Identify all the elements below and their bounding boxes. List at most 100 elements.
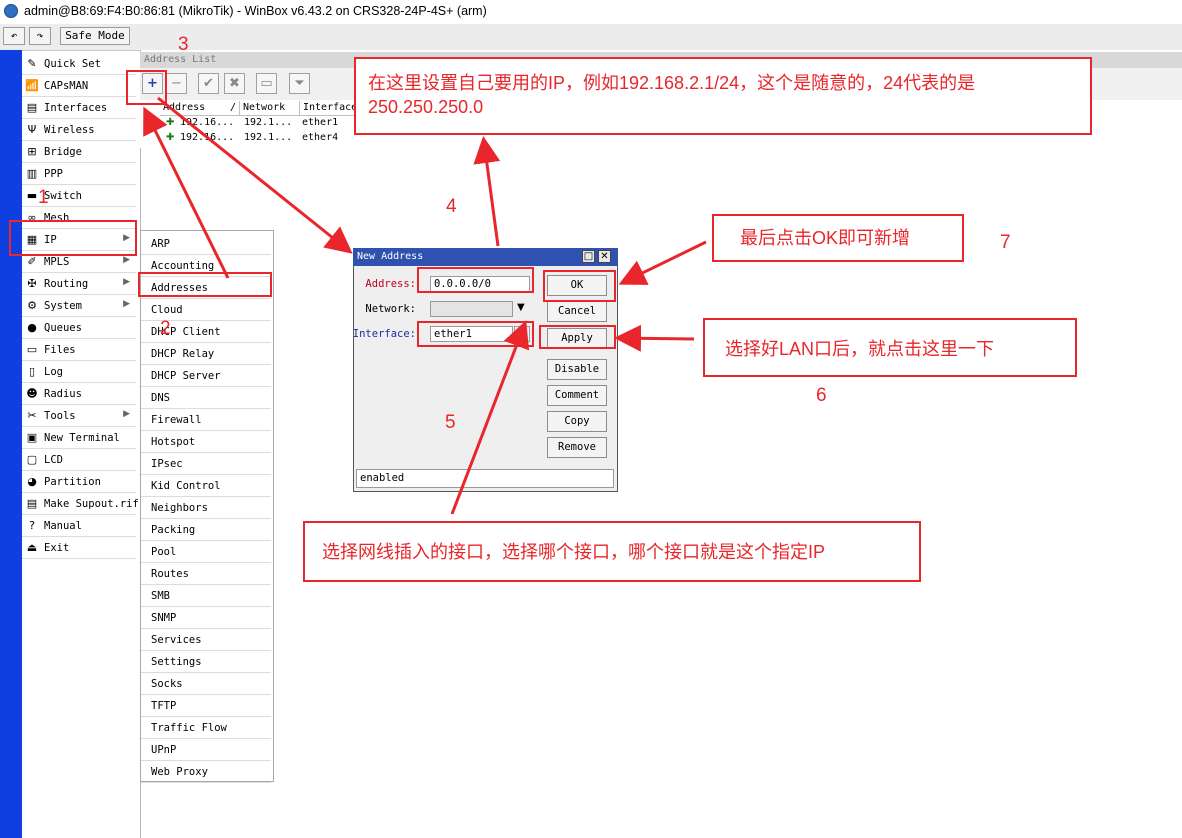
close-icon[interactable]: ✕ <box>598 250 611 263</box>
filter-icon[interactable]: ⏷ <box>289 73 310 94</box>
menu-item-tools[interactable]: ✂ Tools ▶ <box>22 406 136 427</box>
menu-item-bridge[interactable]: ⊞ Bridge <box>22 142 136 163</box>
menu-item-lcd[interactable]: ▢ LCD <box>22 450 136 471</box>
cell-address: 192.16... <box>180 117 235 128</box>
address-row-icon: ✚ <box>166 132 175 143</box>
submenu-item-packing[interactable]: Packing <box>141 519 271 541</box>
menu-item-exit[interactable]: ⏏ Exit <box>22 538 136 559</box>
menu-item-interfaces[interactable]: ▤ Interfaces <box>22 98 136 119</box>
interfaces-icon: ▤ <box>26 101 38 114</box>
remove-icon[interactable]: − <box>166 73 187 94</box>
main-menu: ✎ Quick Set 📶 CAPsMAN ▤ Interfaces Ψ Wireless ⊞ B… <box>22 54 139 838</box>
exit-icon: ⏏ <box>26 541 38 554</box>
menu-item-make-supout-rif[interactable]: ▤ Make Supout.rif <box>22 494 139 515</box>
submenu-item-socks[interactable]: Socks <box>141 673 271 695</box>
menu-item-manual[interactable]: ? Manual <box>22 516 136 537</box>
sort-indicator: / <box>230 102 237 113</box>
step-number-1: 1 <box>38 187 49 208</box>
terminal-icon: ▣ <box>26 431 38 444</box>
interface-label: Interface: <box>352 328 416 340</box>
submenu-item-upnp[interactable]: UPnP <box>141 739 271 761</box>
submenu-item-routes[interactable]: Routes <box>141 563 271 585</box>
menu-item-ppp[interactable]: ▥ PPP <box>22 164 136 185</box>
cancel-button[interactable]: Cancel <box>547 301 607 322</box>
menu-item-wireless[interactable]: Ψ Wireless <box>22 120 136 141</box>
highlight-address-field <box>417 267 534 293</box>
network-dropdown-icon[interactable]: ▼ <box>517 302 525 313</box>
menu-item-quick-set[interactable]: ✎ Quick Set <box>22 54 136 75</box>
network-input[interactable] <box>430 301 513 317</box>
remove-button[interactable]: Remove <box>547 437 607 458</box>
copy-button[interactable]: Copy <box>547 411 607 432</box>
menu-item-capsman[interactable]: 📶 CAPsMAN <box>22 76 136 97</box>
winbox-logo-icon <box>4 4 18 18</box>
submenu-item-tftp[interactable]: TFTP <box>141 695 271 717</box>
highlight-ok-button <box>543 270 616 302</box>
submenu-item-label: DHCP Relay <box>151 348 215 360</box>
submenu-item-dhcp-relay[interactable]: DHCP Relay <box>141 343 271 365</box>
submenu-item-services[interactable]: Services <box>141 629 271 651</box>
submenu-arrow-icon: ▶ <box>123 277 130 287</box>
submenu-item-snmp[interactable]: SNMP <box>141 607 271 629</box>
disable-button[interactable]: Disable <box>547 359 607 380</box>
menu-item-partition[interactable]: ◕ Partition <box>22 472 136 493</box>
menu-item-label: Switch <box>44 190 82 202</box>
supout-icon: ▤ <box>26 497 38 510</box>
enable-icon[interactable]: ✔ <box>198 73 219 94</box>
undo-icon[interactable]: ↶ <box>3 27 25 45</box>
capsman-icon: 📶 <box>25 79 39 92</box>
menu-item-queues[interactable]: ● Queues <box>22 318 136 339</box>
redo-icon[interactable]: ↷ <box>29 27 51 45</box>
submenu-item-traffic-flow[interactable]: Traffic Flow <box>141 717 271 739</box>
submenu-item-label: Routes <box>151 568 189 580</box>
dialog-status-bar: enabled <box>356 469 614 488</box>
menu-item-new-terminal[interactable]: ▣ New Terminal <box>22 428 136 449</box>
step-number-7: 7 <box>1000 232 1011 253</box>
submenu-item-settings[interactable]: Settings <box>141 651 271 673</box>
manual-icon: ? <box>29 519 35 532</box>
submenu-item-ipsec[interactable]: IPsec <box>141 453 271 475</box>
menu-item-files[interactable]: ▭ Files <box>22 340 136 361</box>
menu-item-routing[interactable]: ✠ Routing ▶ <box>22 274 136 295</box>
submenu-item-arp[interactable]: ARP <box>141 233 271 255</box>
column-address[interactable]: Address / <box>160 101 240 115</box>
menu-item-system[interactable]: ⚙ System ▶ <box>22 296 136 317</box>
cell-network: 192.1... <box>244 132 293 143</box>
submenu-item-firewall[interactable]: Firewall <box>141 409 271 431</box>
submenu-item-kid-control[interactable]: Kid Control <box>141 475 271 497</box>
safe-mode-button[interactable]: Safe Mode <box>60 27 130 45</box>
window-title: admin@B8:69:F4:B0:86:81 (MikroTik) - Win… <box>24 4 487 18</box>
menu-item-radius[interactable]: ☻ Radius <box>22 384 136 405</box>
note-ip-setting: 在这里设置自己要用的IP，例如192.168.2.1/24，这个是随意的，24代… <box>354 57 1092 135</box>
column-network[interactable]: Network <box>240 101 300 115</box>
submenu-item-label: Settings <box>151 656 202 668</box>
submenu-arrow-icon: ▶ <box>123 299 130 309</box>
submenu-item-smb[interactable]: SMB <box>141 585 271 607</box>
menu-item-log[interactable]: ▯ Log <box>22 362 136 383</box>
menu-item-label: System <box>44 300 82 312</box>
disable-icon[interactable]: ✖ <box>224 73 245 94</box>
submenu-item-hotspot[interactable]: Hotspot <box>141 431 271 453</box>
menu-item-label: Routing <box>44 278 89 290</box>
submenu-item-dhcp-server[interactable]: DHCP Server <box>141 365 271 387</box>
submenu-item-label: Web Proxy <box>151 766 208 778</box>
menu-item-label: Quick Set <box>44 58 101 70</box>
step-number-3: 3 <box>178 34 189 55</box>
quickset-icon: ✎ <box>27 57 37 70</box>
comment-button[interactable]: Comment <box>547 385 607 406</box>
submenu-item-dns[interactable]: DNS <box>141 387 271 409</box>
submenu-item-neighbors[interactable]: Neighbors <box>141 497 271 519</box>
submenu-arrow-icon: ▶ <box>123 409 130 419</box>
radius-icon: ☻ <box>26 387 38 400</box>
menu-item-label: Partition <box>44 476 101 488</box>
submenu-item-web-proxy[interactable]: Web Proxy <box>141 761 271 783</box>
restore-icon[interactable]: □ <box>582 250 595 263</box>
submenu-item-pool[interactable]: Pool <box>141 541 271 563</box>
column-interface[interactable]: Interface <box>300 101 356 115</box>
menu-item-label: Queues <box>44 322 82 334</box>
comment-icon[interactable]: ▭ <box>256 73 277 94</box>
submenu-item-label: Cloud <box>151 304 183 316</box>
address-label: Address: <box>365 278 416 290</box>
submenu-item-label: UPnP <box>151 744 177 756</box>
menu-item-label: PPP <box>44 168 63 180</box>
